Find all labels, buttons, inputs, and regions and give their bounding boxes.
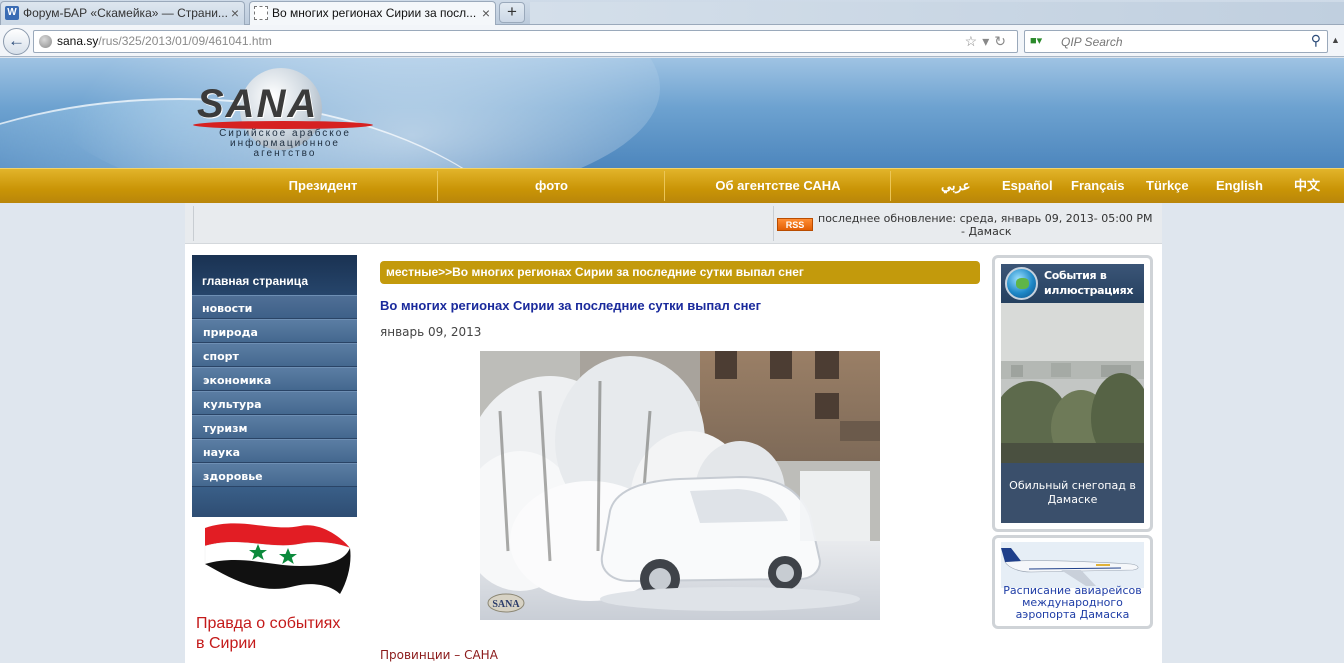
page-content: RSS последнее обновление: среда, январь … <box>185 203 1162 663</box>
divider <box>773 206 774 241</box>
gallery-title: События в иллюстрациях <box>1044 268 1144 298</box>
nav-item-culture[interactable]: культура <box>192 391 357 415</box>
truth-about-events-link[interactable]: Правда о событиях в Сирии <box>196 614 366 654</box>
nav-item-news[interactable]: новости <box>192 295 357 319</box>
earth-globe-icon <box>1005 267 1038 300</box>
airline-schedule-widget[interactable]: Расписание авиарейсов международного аэр… <box>992 535 1153 629</box>
url-actions: ☆▾↻ <box>965 33 1011 50</box>
lang-turkish[interactable]: Türkçe <box>1146 169 1189 203</box>
gallery-photo[interactable] <box>1001 303 1144 463</box>
tab-title: Во многих регионах Сирии за посл... <box>272 6 477 20</box>
back-button[interactable]: ← <box>3 28 30 55</box>
waving-flag-icon <box>204 523 351 594</box>
url-host: sana.sy <box>57 34 99 48</box>
photo-watermark: SANA <box>492 599 520 610</box>
nav-footer <box>192 487 357 517</box>
lang-arabic[interactable]: عربي <box>941 169 970 203</box>
url-text[interactable]: sana.sy/rus/325/2013/01/09/461041.htm <box>57 34 272 48</box>
article-title[interactable]: Во многих регионах Сирии за последние су… <box>380 298 761 313</box>
close-tab-icon[interactable]: × <box>482 2 490 24</box>
site-header: SANA Сирийское арабское информационное а… <box>0 58 1344 168</box>
last-update-place: - Дамаск <box>961 225 1012 238</box>
nav-item-health[interactable]: здоровье <box>192 463 357 487</box>
magnifier-icon[interactable]: ⚲ <box>1311 32 1321 49</box>
rss-button[interactable]: RSS <box>777 218 813 231</box>
nav-item-sport[interactable]: спорт <box>192 343 357 367</box>
menu-divider <box>437 171 438 201</box>
dropdown-arrow-icon[interactable]: ▾ <box>982 33 994 49</box>
breadcrumb[interactable]: местные>>Во многих регионах Сирии за пос… <box>380 261 980 284</box>
browser-tab-bar: W Форум-БАР «Скамейка» — Страни... × Во … <box>0 0 1344 26</box>
menu-item-president[interactable]: Президент <box>210 169 436 203</box>
reload-icon[interactable]: ↻ <box>994 33 1011 49</box>
gallery-header: События в иллюстрациях <box>1001 264 1144 303</box>
gallery-caption[interactable]: Обильный снегопад в Дамаске <box>1001 463 1144 523</box>
airline-banner <box>1001 542 1144 588</box>
main-menu: Президент фото Об агентстве САНА عربي Es… <box>0 168 1344 203</box>
article-date: январь 09, 2013 <box>380 325 482 339</box>
browser-tab-1[interactable]: W Форум-БАР «Скамейка» — Страни... × <box>0 1 245 25</box>
last-update: последнее обновление: среда, январь 09, … <box>818 212 1158 238</box>
menu-item-about[interactable]: Об агентстве САНА <box>666 169 890 203</box>
logo-subtitle: Сирийское арабское информационное агентс… <box>219 128 351 159</box>
menu-divider <box>664 171 665 201</box>
menu-item-photo[interactable]: фото <box>439 169 664 203</box>
search-engine-icon[interactable]: ■▾ <box>1030 34 1042 47</box>
tab-title: Форум-БАР «Скамейка» — Страни... <box>23 6 228 20</box>
airplane-icon <box>1001 542 1144 588</box>
bookmark-star-icon[interactable]: ☆ <box>965 33 983 49</box>
left-nav: главная страница новости природа спорт э… <box>192 255 357 517</box>
lang-chinese[interactable]: 中文 <box>1294 169 1320 203</box>
browser-nav-bar: ← sana.sy/rus/325/2013/01/09/461041.htm … <box>0 25 1344 57</box>
gallery-title-line-1: События в <box>1044 269 1107 282</box>
close-tab-icon[interactable]: × <box>231 2 239 24</box>
snow-scene-image: SANA <box>480 351 880 620</box>
nav-item-nature[interactable]: природа <box>192 319 357 343</box>
nav-home[interactable]: главная страница <box>192 255 357 295</box>
scroll-up-arrow-icon[interactable]: ▲ <box>1331 35 1340 45</box>
gallery-widget[interactable]: События в иллюстрациях Обильный снегопад… <box>992 255 1153 532</box>
nav-item-tourism[interactable]: туризм <box>192 415 357 439</box>
tab-strip-empty <box>530 2 1344 24</box>
lang-french[interactable]: Français <box>1071 169 1124 203</box>
nav-item-science[interactable]: наука <box>192 439 357 463</box>
divider <box>193 206 194 241</box>
site-identity-icon[interactable] <box>39 35 52 48</box>
airline-schedule-caption[interactable]: Расписание авиарейсов международного аэр… <box>1001 585 1144 621</box>
syria-flag-banner[interactable] <box>200 518 355 603</box>
info-bar: RSS последнее обновление: среда, январь … <box>185 203 1162 244</box>
back-arrow-icon: ← <box>8 31 25 50</box>
lang-spanish[interactable]: Español <box>1002 169 1053 203</box>
new-tab-button[interactable]: + <box>499 2 525 23</box>
url-path: /rus/325/2013/01/09/461041.htm <box>98 34 272 48</box>
nav-item-economy[interactable]: экономика <box>192 367 357 391</box>
address-bar[interactable]: sana.sy/rus/325/2013/01/09/461041.htm ☆▾… <box>33 30 1018 53</box>
browser-tab-2[interactable]: Во многих регионах Сирии за посл... × <box>249 1 496 26</box>
truth-line-2: в Сирии <box>196 635 257 652</box>
menu-divider <box>890 171 891 201</box>
gallery-title-line-2: иллюстрациях <box>1044 284 1134 297</box>
truth-line-1: Правда о событиях <box>196 615 341 632</box>
w-icon: W <box>5 6 19 20</box>
search-bar[interactable]: ■▾ QIP Search ⚲ <box>1024 30 1328 53</box>
article-source: Провинции – САНА <box>380 648 498 662</box>
search-input[interactable]: QIP Search <box>1061 35 1123 49</box>
lang-english[interactable]: English <box>1216 169 1263 203</box>
snowy-city-image <box>1001 303 1144 463</box>
article-photo-snow-car[interactable]: SANA <box>480 351 880 620</box>
last-update-text: последнее обновление: среда, январь 09, … <box>818 212 1153 225</box>
blank-page-icon <box>254 6 268 20</box>
